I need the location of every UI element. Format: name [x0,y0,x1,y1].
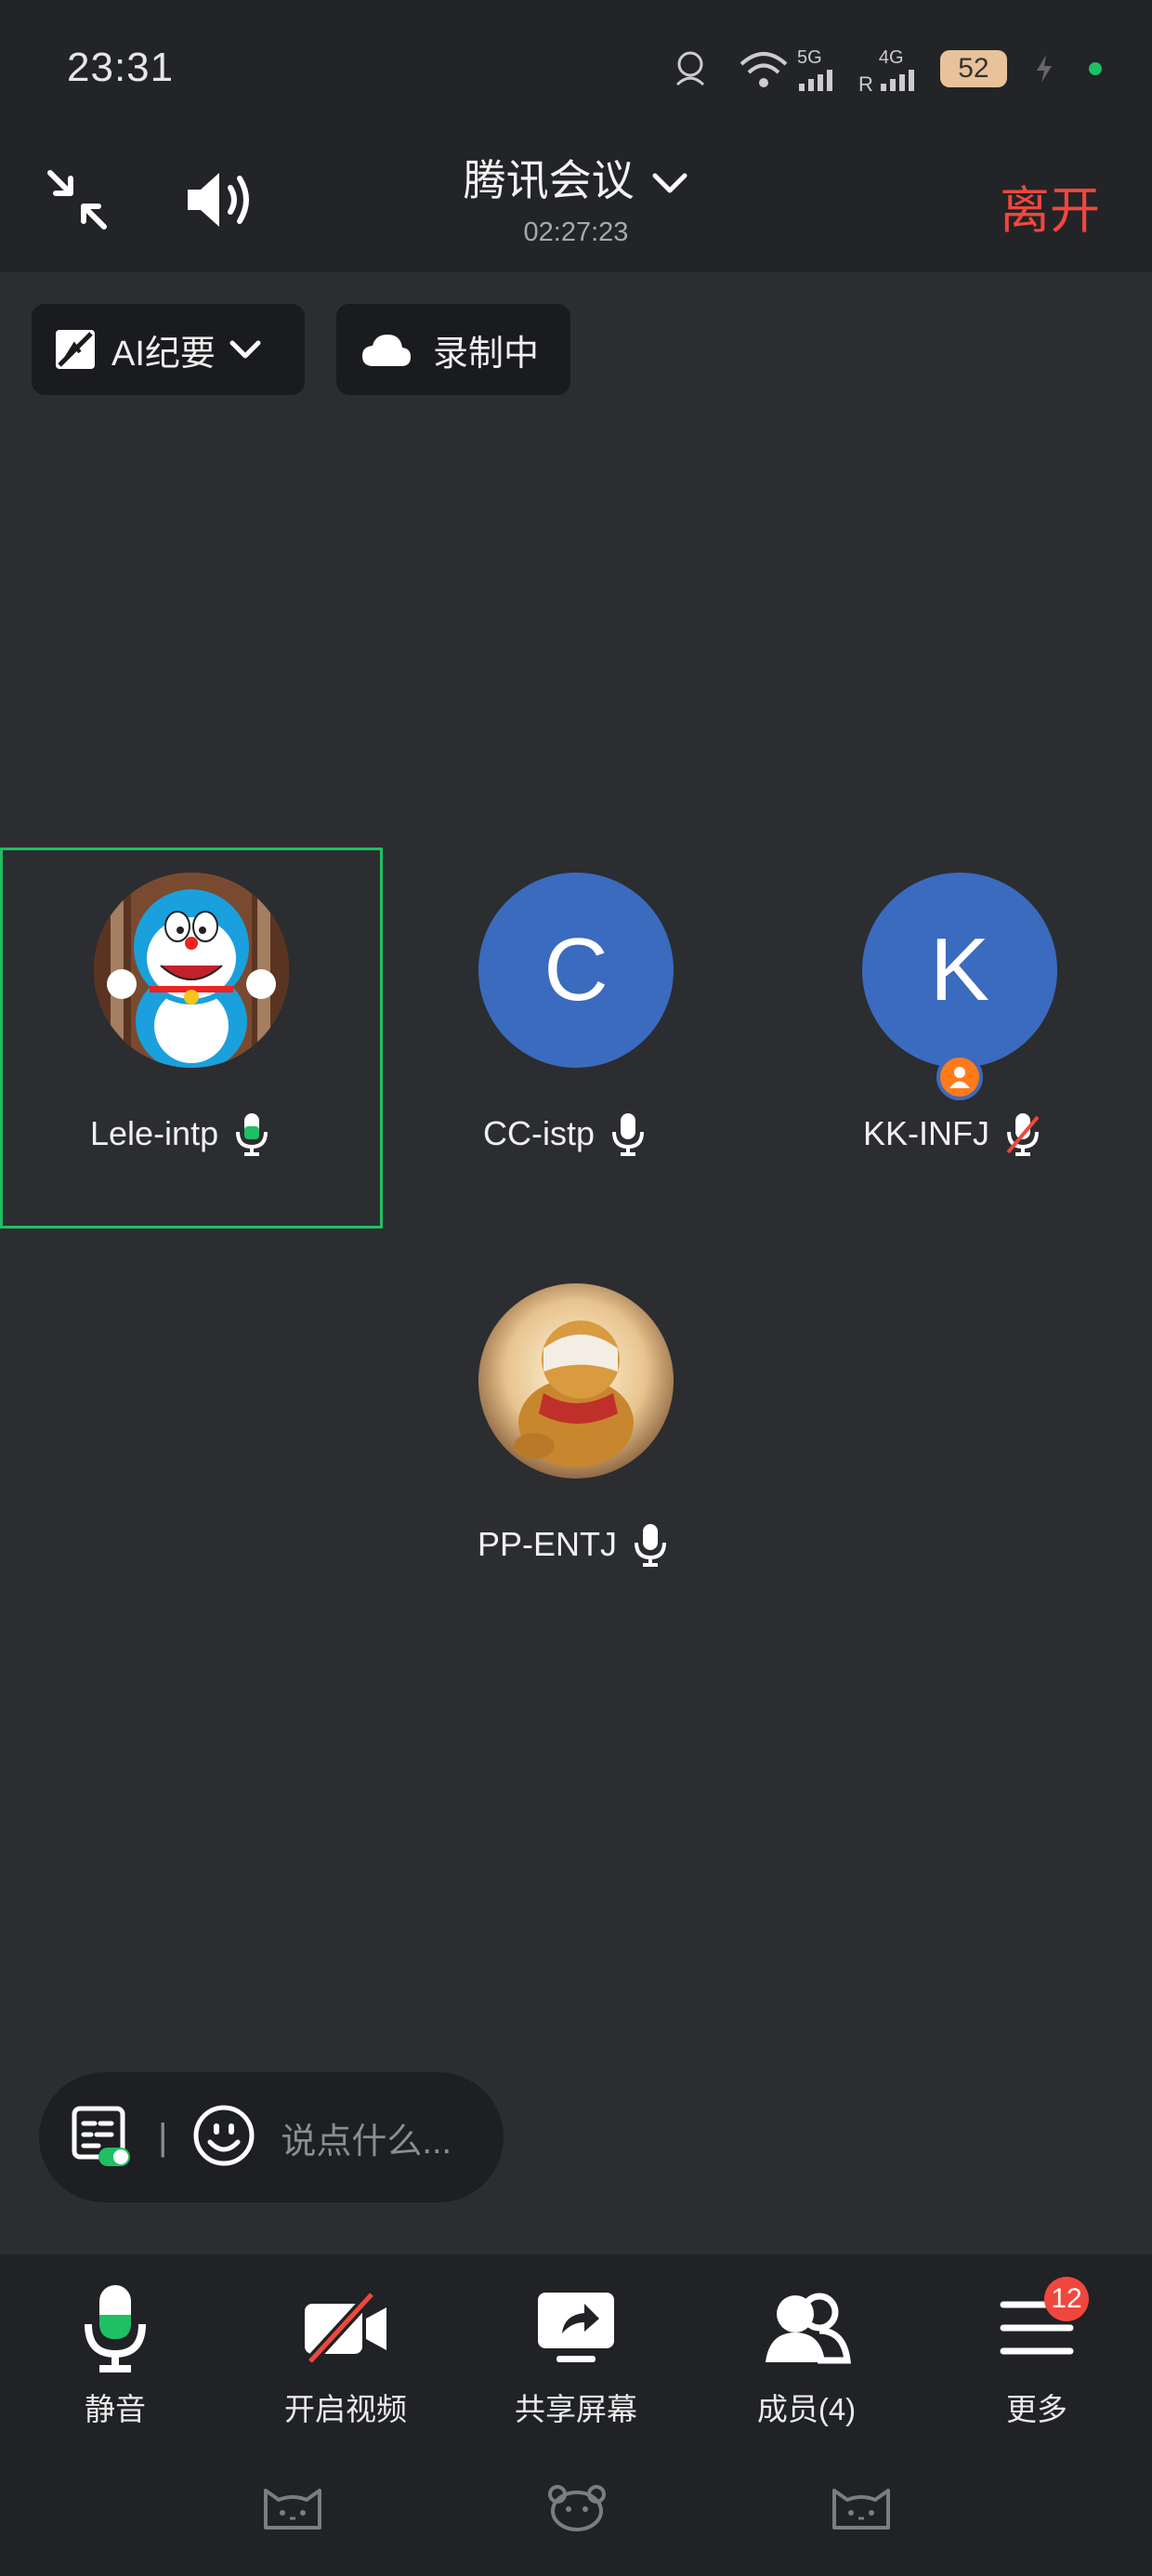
participant-name: Lele-intp [90,1114,219,1152]
wifi-icon [740,52,788,87]
recording-label: 录制中 [433,334,540,374]
ai-summary-chip[interactable]: AI纪要 [32,304,305,395]
mic-icon [635,1524,667,1567]
meeting-title-dropdown[interactable]: 腾讯会议 [0,147,1152,208]
start-video-button[interactable]: 开启视频 [230,2277,461,2429]
meeting-duration: 02:27:23 [523,217,629,247]
cloud-icon [362,335,411,366]
caption-toggle-button[interactable] [71,2105,132,2171]
chat-divider: | [158,2116,168,2158]
network-5g-label: 5G [797,46,822,68]
share-screen-button[interactable]: 共享屏幕 [461,2277,691,2429]
share-screen-icon [538,2293,614,2362]
chevron-down-icon [652,173,687,193]
bear-avatar-image [478,1283,674,1479]
status-dot [1088,62,1102,75]
charging-icon [1036,55,1052,83]
mute-button[interactable]: 静音 [0,2277,230,2429]
avatar-letter: C [543,920,609,1019]
mic-active-icon [236,1113,268,1156]
mute-label: 静音 [85,2392,146,2426]
bear-icon [548,2485,606,2531]
cat-icon [832,2489,890,2530]
host-badge [936,1054,983,1100]
participant-name-row: KK-INFJ [863,1111,1041,1156]
app-notification-icon [675,51,705,86]
signal-icon [880,69,914,91]
recording-chip[interactable]: 录制中 [336,304,570,395]
battery-level: 52 [958,53,989,84]
meeting-title: 腾讯会议 [463,156,635,204]
signal-icon [799,69,832,91]
video-label: 开启视频 [284,2392,407,2426]
status-icons: 5G R 4G 52 [669,41,1102,97]
nav-cat-icon-right[interactable] [829,2481,894,2538]
participant-name: KK-INFJ [863,1114,990,1152]
mic-muted-icon [1006,1113,1040,1156]
roaming-label: R [858,72,873,96]
leave-button[interactable]: 离开 [1000,169,1100,243]
avatar: C [478,873,674,1068]
video-off-icon [305,2291,386,2365]
share-screen-label: 共享屏幕 [515,2392,637,2426]
mic-icon [612,1113,645,1156]
smiley-icon [193,2105,255,2165]
ai-summary-label: AI纪要 [111,334,216,374]
avatar: K [862,873,1057,1068]
members-label: 成员(4) [756,2392,857,2426]
participant-name-row: Lele-intp [90,1111,270,1156]
battery-indicator: 52 [939,50,1007,87]
more-button[interactable]: 更多 [922,2277,1152,2429]
participant-name: CC-istp [483,1114,596,1152]
participant-name: PP-ENTJ [478,1525,618,1563]
status-time: 23:31 [67,45,175,90]
avatar-letter: K [929,920,990,1019]
members-button[interactable]: 成员(4) [691,2277,922,2429]
badge-count: 12 [1051,2283,1082,2314]
members-icon [766,2293,851,2364]
nav-bear-icon[interactable] [544,2481,609,2538]
ai-summary-icon [56,330,95,369]
network-4g-label: 4G [878,46,904,68]
emoji-button[interactable] [191,2103,256,2173]
host-icon [949,1067,970,1088]
cat-icon [264,2489,321,2530]
nav-cat-icon-left[interactable] [260,2481,325,2538]
participant-name-row: CC-istp [483,1111,647,1156]
doraemon-avatar-image [94,873,289,1068]
chat-bar: | 说点什么... [39,2072,504,2202]
notification-badge: 12 [1044,2277,1089,2321]
chat-input[interactable]: 说点什么... [281,2112,452,2163]
mic-active-icon [85,2285,146,2372]
avatar [478,1283,674,1479]
avatar [94,873,289,1068]
more-label: 更多 [1006,2392,1067,2426]
participant-name-row: PP-ENTJ [478,1522,669,1567]
caption-icon [72,2106,130,2166]
chevron-down-icon [229,340,261,359]
